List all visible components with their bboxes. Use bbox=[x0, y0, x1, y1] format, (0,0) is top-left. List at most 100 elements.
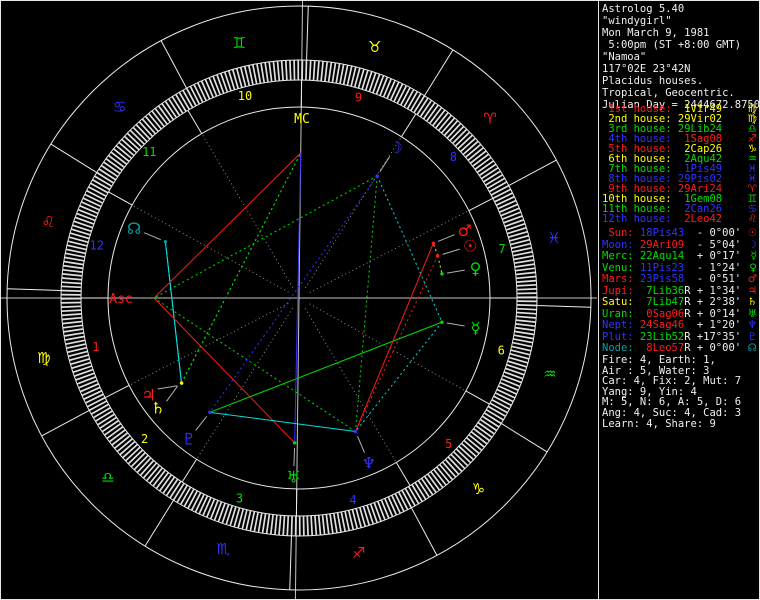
planet-label: Plut: bbox=[602, 330, 634, 343]
planet-position-value: 8Leo57 bbox=[633, 342, 685, 354]
saturn-icon: ♄ bbox=[151, 399, 165, 418]
aspect-line-moon-pluto-opposition bbox=[209, 175, 378, 413]
house-number-5: 5 bbox=[445, 437, 452, 451]
planet-label: Venu: bbox=[602, 261, 634, 274]
planet-latitude: + 0°00' bbox=[690, 342, 742, 354]
house-cusp-dotted-12 bbox=[131, 204, 289, 293]
house-cusp-value: 2Leo42 bbox=[671, 213, 723, 225]
planet-latitude: + 2°38' bbox=[690, 296, 742, 308]
planet-label: Node: bbox=[602, 342, 634, 354]
planet-position-value: 18Pis43 bbox=[633, 227, 685, 239]
info-sidebar: Astrolog 5.40 "windygirl" Mon March 9, 1… bbox=[602, 0, 760, 600]
stats-elements-1: Fire: 4, Earth: 1, bbox=[602, 354, 716, 366]
sign-boundary bbox=[508, 159, 557, 187]
libra-icon: ♎ bbox=[101, 468, 114, 486]
node-position-dot bbox=[163, 239, 168, 244]
planet-position-value: 11Pis23 bbox=[633, 261, 685, 274]
neptune-position-dot bbox=[353, 429, 358, 434]
stats-ang-suc-cad: Ang: 4, Suc: 4, Cad: 3 bbox=[602, 406, 742, 419]
saturn-position-dot bbox=[179, 381, 184, 385]
sign-boundary bbox=[7, 288, 62, 291]
taurus-icon: ♉ bbox=[368, 38, 381, 56]
aspect-line-mars-neptune-square bbox=[355, 243, 434, 432]
planet-row-node: Node: 8Leo57R + 0°00' ☊ bbox=[602, 342, 759, 355]
planet-position-value: 7Lib36 bbox=[633, 284, 685, 297]
planet-label: Jupi: bbox=[602, 284, 634, 297]
venus-pointer-line bbox=[446, 269, 465, 274]
node-icon: ☊ bbox=[747, 342, 757, 354]
planet-label: Nept: bbox=[602, 319, 634, 331]
aspect-line-sun-venus-conjunction bbox=[437, 255, 443, 275]
ascendant-label: Asc bbox=[109, 292, 132, 307]
house-cusp-segment-11 bbox=[187, 110, 203, 134]
planet-latitude: + 1°20' bbox=[690, 319, 742, 331]
planet-label: Mars: bbox=[602, 273, 634, 285]
planet-position-value: 7Lib47 bbox=[633, 296, 685, 308]
planet-label: Merc: bbox=[602, 250, 634, 262]
planet-label: Sun: bbox=[602, 227, 634, 239]
wheel-chart: ♈♉♊♋♌♍♎♏ ♐♑♒♓123 456789101112 ☉☽☿♀♂♃♄♅♆♇☊As… bbox=[1, 0, 597, 600]
mercury-icon: ☿ bbox=[471, 318, 481, 337]
aspect-line-neptune-asc-trine bbox=[153, 297, 356, 432]
house-cusp-segment-12 bbox=[108, 191, 133, 206]
sign-boundary bbox=[536, 305, 591, 308]
sign-boundary bbox=[160, 40, 188, 89]
sign-boundary bbox=[144, 499, 174, 547]
house-number-9: 9 bbox=[355, 91, 362, 105]
uranus-icon: ♅ bbox=[286, 467, 300, 486]
aries-icon: ♈ bbox=[483, 110, 496, 128]
planet-position-value: 24Sag46 bbox=[633, 319, 685, 331]
planet-latitude: - 0°51' bbox=[690, 273, 742, 285]
mercury-pointer-line bbox=[446, 322, 465, 327]
planet-latitude: +17°35' bbox=[690, 330, 742, 343]
astrolog-window: ♈ ♉ ♊ ♋ ♌ ♍ ♎ ♏ ♐ ♑ ♒ ♓ 1 2 3 4 5 6 7 8 9 10 11 12 ☉ ☽ ☿ ♀ ♂ ♃ ♄ ♅ ♆ ♇ ☊ As… bbox=[0, 0, 760, 600]
gemini-icon: ♊ bbox=[233, 34, 246, 52]
sun-icon: ☉ bbox=[747, 227, 757, 239]
pluto-pointer-line bbox=[195, 415, 208, 431]
chart-coords: 117°02E 23°42N bbox=[602, 63, 691, 75]
moon-pointer-line bbox=[379, 156, 391, 172]
house-cusp-dotted-5 bbox=[304, 308, 397, 463]
node-pointer-line bbox=[144, 232, 161, 241]
chart-date: Mon March 9, 1981 bbox=[602, 27, 710, 39]
house-cusp-dotted-11 bbox=[201, 133, 294, 288]
house-row-12: 12th house: 2Leo42 ♌ bbox=[602, 213, 759, 225]
planet-position-value: 22Aqu14 bbox=[633, 250, 685, 262]
chart-header: Astrolog 5.40 "windygirl" Mon March 9, 1… bbox=[602, 3, 760, 111]
house-number-2: 2 bbox=[141, 432, 148, 446]
house-number-6: 6 bbox=[498, 344, 505, 358]
mars-icon: ♂ bbox=[458, 221, 472, 240]
house-cusp-segment-8 bbox=[468, 197, 494, 212]
sign-boundary bbox=[50, 143, 98, 173]
chart-time: 5:00pm (ST +8:00 GMT) bbox=[602, 39, 742, 51]
sign-boundary bbox=[41, 409, 90, 437]
mercury-icon: ☿ bbox=[750, 250, 757, 262]
sign-boundary bbox=[306, 6, 309, 61]
venus-position-dot bbox=[440, 272, 444, 276]
uranus-position-dot bbox=[292, 441, 297, 445]
planet-position-list: Sun: 18Pis43 - 0°00' ☉ Moon: 29Ari09 - 5°0… bbox=[602, 227, 759, 355]
house-number-10: 10 bbox=[238, 89, 252, 103]
house-cusp-dotted-8 bbox=[309, 210, 470, 293]
mars-position-dot bbox=[431, 241, 435, 246]
aquarius-icon: ♒ bbox=[543, 365, 556, 383]
neptune-icon: ♆ bbox=[747, 319, 757, 331]
aspect-line-sun-mars-conjunction bbox=[432, 243, 439, 257]
venus-icon: ♀ bbox=[470, 259, 482, 278]
element-stats: Fire: 4, Earth: 1, Air : 5, Water: 3 Car… bbox=[602, 355, 759, 429]
capricorn-icon: ♑ bbox=[472, 480, 485, 498]
neptune-pointer-line bbox=[357, 435, 365, 453]
sun-position-dot bbox=[436, 254, 440, 258]
house-cusp-dotted-2 bbox=[128, 303, 289, 386]
mars-pointer-line bbox=[437, 234, 455, 242]
sign-boundary bbox=[424, 49, 454, 97]
pluto-icon: ♇ bbox=[182, 430, 196, 449]
planet-latitude: - 5°04' bbox=[690, 238, 742, 251]
house-number-7: 7 bbox=[499, 242, 506, 256]
jupiter-pointer-line bbox=[157, 385, 178, 390]
sign-boundary bbox=[289, 535, 292, 590]
saturn-pointer-line bbox=[166, 385, 179, 402]
sidebar-divider bbox=[598, 0, 599, 600]
sign-boundary bbox=[410, 507, 438, 556]
aspect-line-asc-mc-square bbox=[153, 152, 302, 299]
